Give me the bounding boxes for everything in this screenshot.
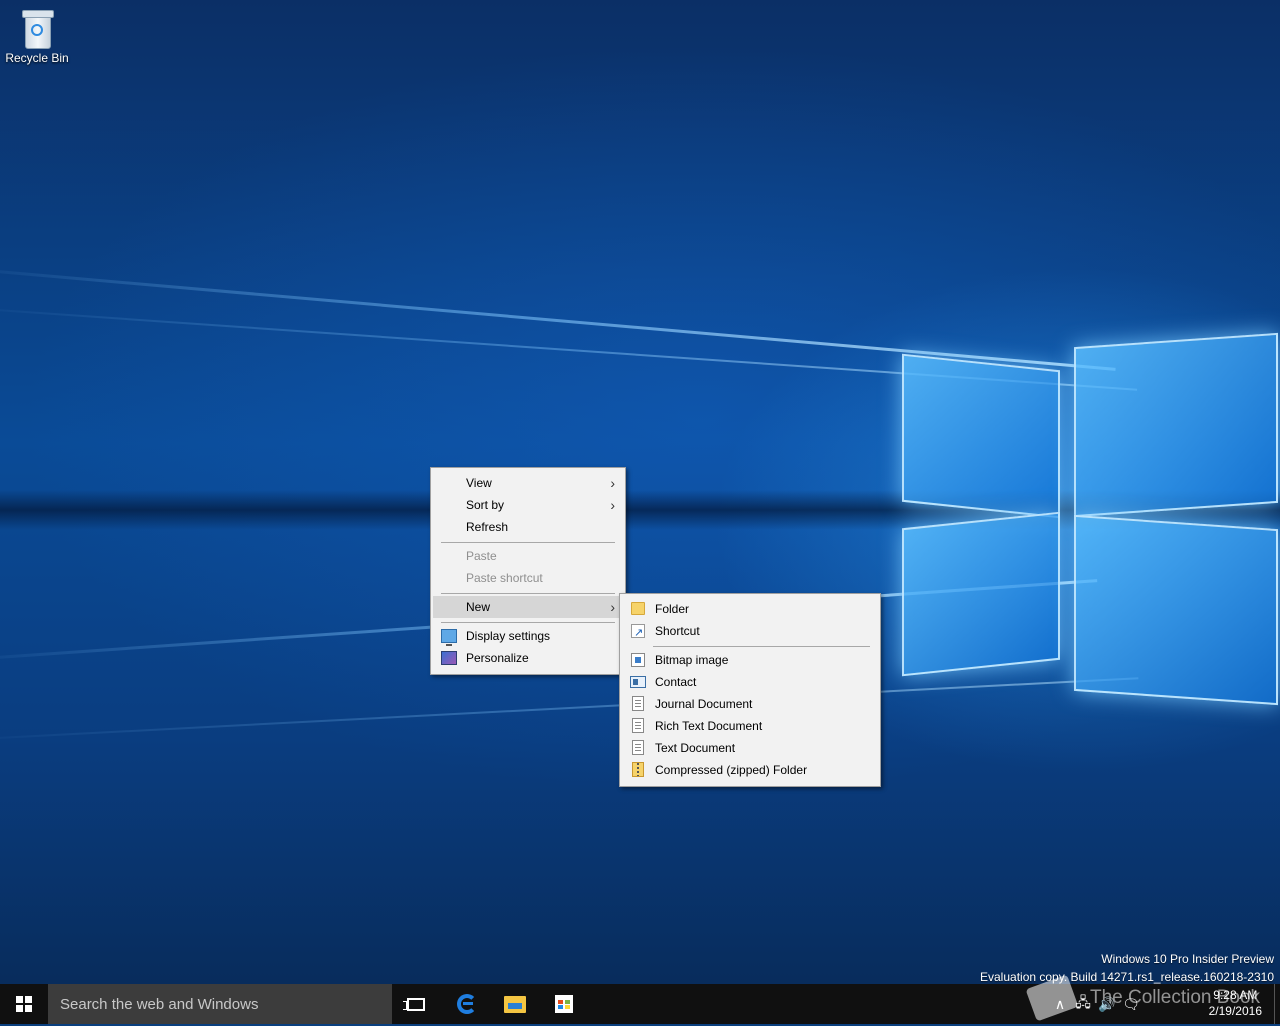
submenu-item-journal[interactable]: Journal Document bbox=[622, 693, 878, 715]
folder-icon bbox=[631, 602, 645, 615]
search-box[interactable] bbox=[48, 984, 392, 1024]
submenu-item-label: Contact bbox=[655, 675, 697, 689]
menu-item-view[interactable]: View › bbox=[433, 472, 623, 494]
recycle-bin-icon bbox=[20, 8, 54, 49]
submenu-item-bitmap[interactable]: Bitmap image bbox=[622, 649, 878, 671]
chevron-up-icon: ∧ bbox=[1054, 995, 1066, 1012]
file-explorer-button[interactable] bbox=[491, 984, 539, 1024]
desktop-icon-label: Recycle Bin bbox=[5, 51, 69, 65]
display-settings-icon bbox=[441, 629, 457, 646]
menu-item-label: Paste shortcut bbox=[466, 571, 543, 585]
menu-item-personalize[interactable]: Personalize bbox=[433, 647, 623, 669]
edge-icon bbox=[457, 994, 477, 1014]
wallpaper-window-pane bbox=[902, 353, 1060, 519]
menu-item-label: View bbox=[466, 476, 492, 490]
menu-separator bbox=[441, 542, 615, 543]
menu-item-refresh[interactable]: Refresh bbox=[433, 516, 623, 538]
chevron-right-icon: › bbox=[610, 475, 615, 491]
wallpaper-beam bbox=[0, 677, 1139, 742]
search-input[interactable] bbox=[48, 984, 392, 1024]
store-icon bbox=[555, 995, 573, 1013]
submenu-item-folder[interactable]: Folder bbox=[622, 598, 878, 620]
menu-item-sort-by[interactable]: Sort by › bbox=[433, 494, 623, 516]
bitmap-icon bbox=[631, 653, 645, 667]
start-button[interactable] bbox=[0, 984, 48, 1024]
personalize-icon bbox=[441, 651, 457, 665]
volume-button[interactable]: 🔊 bbox=[1096, 984, 1118, 1024]
store-button[interactable] bbox=[540, 984, 588, 1024]
rich-text-icon bbox=[632, 718, 644, 733]
network-icon: 🖧 bbox=[1075, 994, 1091, 1010]
menu-separator bbox=[441, 593, 615, 594]
wallpaper-beam bbox=[0, 265, 1116, 371]
action-center-button[interactable]: 🗨 bbox=[1120, 984, 1142, 1024]
desktop-icon-recycle-bin[interactable]: Recycle Bin bbox=[4, 8, 70, 65]
submenu-item-label: Shortcut bbox=[655, 624, 700, 638]
wallpaper-window-pane bbox=[902, 511, 1060, 677]
desktop-context-menu: View › Sort by › Refresh Paste Paste sho… bbox=[430, 467, 626, 675]
submenu-item-label: Journal Document bbox=[655, 697, 753, 711]
wallpaper-window-pane bbox=[1074, 332, 1278, 518]
menu-item-label: New bbox=[466, 600, 491, 614]
show-hidden-icons-button[interactable]: ∧ bbox=[1050, 984, 1070, 1024]
task-view-button[interactable] bbox=[392, 984, 440, 1024]
submenu-item-zip-folder[interactable]: Compressed (zipped) Folder bbox=[622, 759, 878, 781]
windows-logo-icon bbox=[16, 996, 32, 1012]
menu-item-label: Refresh bbox=[466, 520, 509, 534]
submenu-item-rich-text[interactable]: Rich Text Document bbox=[622, 715, 878, 737]
journal-icon bbox=[632, 696, 644, 711]
chevron-right-icon: › bbox=[610, 497, 615, 513]
submenu-item-label: Rich Text Document bbox=[655, 719, 763, 733]
submenu-item-contact[interactable]: Contact bbox=[622, 671, 878, 693]
show-desktop-button[interactable] bbox=[1274, 984, 1280, 1024]
submenu-item-label: Bitmap image bbox=[655, 653, 729, 667]
edge-button[interactable] bbox=[443, 984, 491, 1024]
submenu-item-text-document[interactable]: Text Document bbox=[622, 737, 878, 759]
menu-item-label: Paste bbox=[466, 549, 497, 563]
network-button[interactable]: 🖧 bbox=[1072, 984, 1094, 1024]
new-submenu: Folder Shortcut Bitmap image Contact Jou… bbox=[619, 593, 881, 787]
menu-separator bbox=[653, 646, 870, 647]
zip-folder-icon bbox=[632, 762, 644, 777]
menu-separator bbox=[441, 622, 615, 623]
desktop[interactable]: Recycle Bin Windows 10 Pro Insider Previ… bbox=[0, 0, 1280, 984]
clock[interactable]: 9:28 AM 2/19/2016 bbox=[1209, 987, 1262, 1019]
menu-item-display-settings[interactable]: Display settings bbox=[433, 625, 623, 647]
menu-item-paste[interactable]: Paste bbox=[433, 545, 623, 567]
text-document-icon bbox=[632, 740, 644, 755]
taskbar: The Collection Book ∧ 🖧 🔊 🗨 9:28 AM 2/19… bbox=[0, 974, 1280, 1024]
volume-icon: 🔊 bbox=[1098, 995, 1116, 1012]
submenu-item-label: Folder bbox=[655, 602, 690, 616]
wallpaper-window-pane bbox=[1074, 514, 1278, 706]
shortcut-icon bbox=[631, 622, 645, 644]
watermark-edition: Windows 10 Pro Insider Preview bbox=[1101, 952, 1274, 966]
menu-item-label: Sort by bbox=[466, 498, 505, 512]
system-tray: ∧ 🖧 🔊 🗨 9:28 AM 2/19/2016 bbox=[1055, 984, 1280, 1024]
submenu-item-label: Compressed (zipped) Folder bbox=[655, 763, 808, 777]
submenu-item-shortcut[interactable]: Shortcut bbox=[622, 620, 878, 644]
menu-item-label: Personalize bbox=[466, 651, 529, 665]
notification-icon: 🗨 bbox=[1122, 995, 1140, 1012]
clock-time: 9:28 AM bbox=[1213, 988, 1258, 1002]
clock-date: 2/19/2016 bbox=[1208, 1004, 1262, 1018]
contact-icon bbox=[630, 676, 646, 688]
menu-item-label: Display settings bbox=[466, 629, 551, 643]
chevron-right-icon: › bbox=[610, 599, 615, 615]
menu-item-new[interactable]: New › bbox=[433, 596, 623, 618]
task-view-icon bbox=[403, 997, 425, 1011]
file-explorer-icon bbox=[504, 995, 526, 1013]
submenu-item-label: Text Document bbox=[655, 741, 736, 755]
menu-item-paste-shortcut[interactable]: Paste shortcut bbox=[433, 567, 623, 589]
